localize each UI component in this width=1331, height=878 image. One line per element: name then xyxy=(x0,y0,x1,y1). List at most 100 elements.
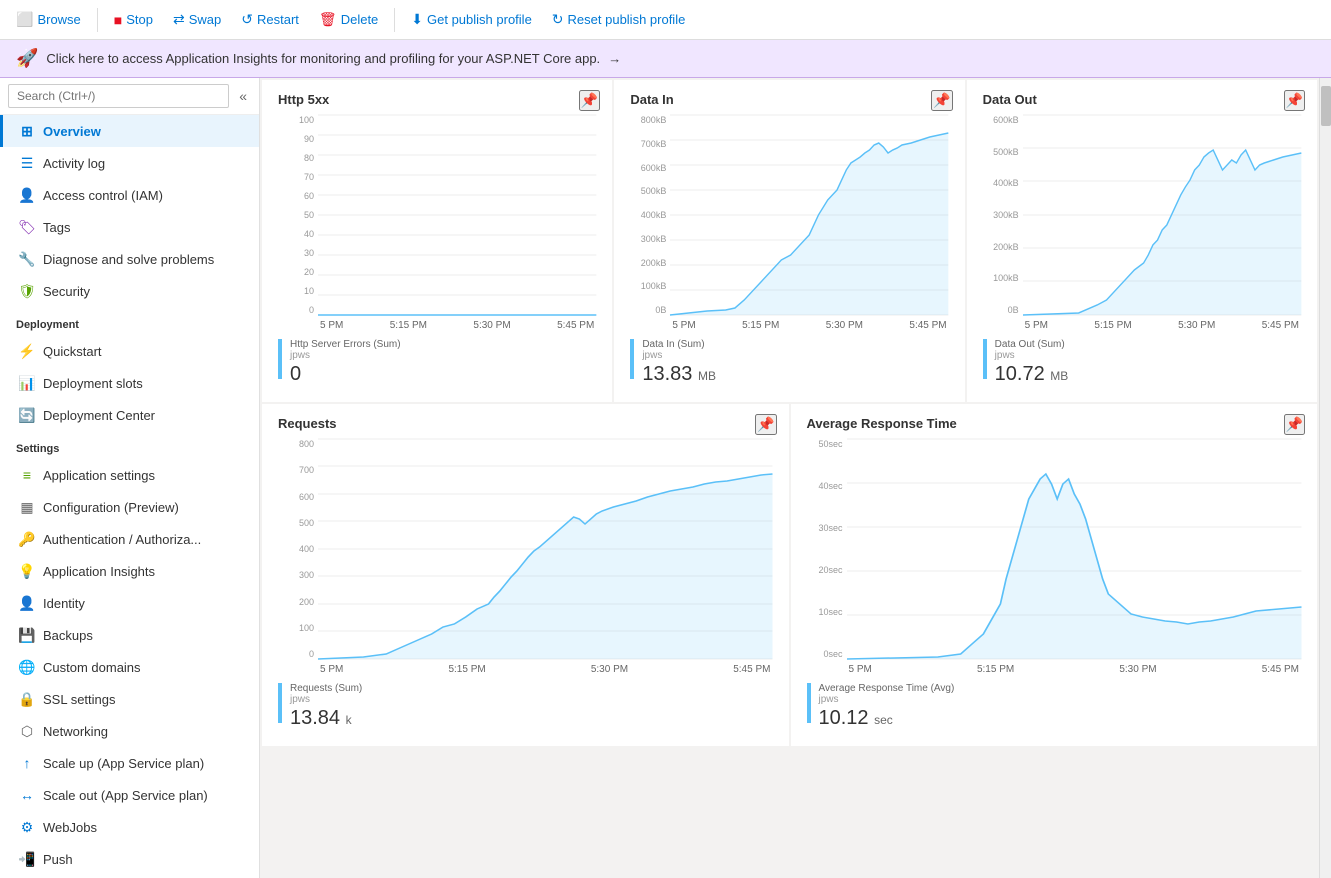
sidebar-item-custom-domains[interactable]: 🌐 Custom domains xyxy=(0,651,259,683)
chart-avg-response-body: 50sec40sec30sec20sec10sec0sec xyxy=(807,439,1302,675)
sidebar-item-identity[interactable]: 👤 Identity xyxy=(0,587,259,619)
metric-info: Data Out (Sum) jpws 10.72 MB xyxy=(995,339,1069,386)
swap-button[interactable]: ⇄ Swap xyxy=(165,7,229,32)
metric-label: Requests (Sum) xyxy=(290,683,362,694)
divider-2 xyxy=(394,8,395,32)
stop-button[interactable]: ■ Stop xyxy=(106,8,161,32)
metric-sublabel: jpws xyxy=(819,694,955,705)
sidebar-item-ssl[interactable]: 🔒 SSL settings xyxy=(0,683,259,715)
metric-label: Data In (Sum) xyxy=(642,339,716,350)
chart-data-out-pin[interactable]: 📌 xyxy=(1284,90,1305,111)
list-icon: ☰ xyxy=(19,155,35,171)
sidebar-item-quickstart[interactable]: ⚡ Quickstart xyxy=(0,335,259,367)
chart-requests-body: 800700600500 4003002001000 xyxy=(278,439,773,675)
shield-icon: 🛡 xyxy=(19,283,35,299)
sidebar-item-access-control[interactable]: 👤 Access control (IAM) xyxy=(0,179,259,211)
reset-publish-button[interactable]: ↻ Reset publish profile xyxy=(544,7,694,32)
sidebar-item-webjobs[interactable]: ⚙ WebJobs xyxy=(0,811,259,843)
quickstart-icon: ⚡ xyxy=(19,343,35,359)
chart-data-out-yaxis: 600kB500kB400kB300kB 200kB100kB0B xyxy=(983,115,1019,331)
chart-avg-response-title: Average Response Time xyxy=(807,416,1302,431)
sidebar-item-configuration[interactable]: ▦ Configuration (Preview) xyxy=(0,491,259,523)
chart-data-in-main: 5 PM5:15 PM5:30 PM5:45 PM xyxy=(670,115,948,331)
metric-value: 13.83 MB xyxy=(642,363,716,386)
delete-button[interactable]: 🗑 Delete xyxy=(311,7,386,32)
chart-requests-title: Requests xyxy=(278,416,773,431)
content-scrollbar[interactable] xyxy=(1319,78,1331,878)
webjobs-icon: ⚙ xyxy=(19,819,35,835)
sidebar-item-deployment-slots[interactable]: 📊 Deployment slots xyxy=(0,367,259,399)
chart-grid-bottom: Requests 📌 800700600500 4003002001000 xyxy=(260,404,1319,748)
scrollbar-track xyxy=(1320,127,1331,878)
chart-http5xx-body: 10090807060 50403020100 xyxy=(278,115,596,331)
chart-data-in-yaxis: 800kB700kB600kB500kB 400kB300kB200kB100k… xyxy=(630,115,666,331)
sidebar-collapse-button[interactable]: « xyxy=(235,84,251,108)
sidebar-item-auth[interactable]: 🔑 Authentication / Authoriza... xyxy=(0,523,259,555)
push-icon: 📲 xyxy=(19,851,35,867)
sidebar-item-app-settings[interactable]: ≡ Application settings xyxy=(0,459,259,491)
center-icon: 🔄 xyxy=(19,407,35,423)
restart-icon: ↺ xyxy=(241,11,253,28)
restart-button[interactable]: ↺ Restart xyxy=(233,7,307,32)
swap-icon: ⇄ xyxy=(173,11,185,28)
scale-up-icon: ↑ xyxy=(19,755,35,771)
toolbar: ⬜ Browse ■ Stop ⇄ Swap ↺ Restart 🗑 Delet… xyxy=(0,0,1331,40)
main-layout: « ⊞ Overview ☰ Activity log 👤 Access con… xyxy=(0,78,1331,878)
chart-requests-yaxis: 800700600500 4003002001000 xyxy=(278,439,314,675)
metric-value: 13.84 k xyxy=(290,707,362,730)
ssl-icon: 🔒 xyxy=(19,691,35,707)
chart-requests: Requests 📌 800700600500 4003002001000 xyxy=(262,404,789,746)
metric-bar xyxy=(807,683,811,723)
sidebar-item-security[interactable]: 🛡 Security xyxy=(0,275,259,307)
sidebar-search-container: « xyxy=(0,78,259,115)
search-input[interactable] xyxy=(8,84,229,108)
sidebar-item-app-insights[interactable]: 💡 Application Insights xyxy=(0,555,259,587)
scrollbar-thumb[interactable] xyxy=(1321,86,1331,126)
sidebar-item-activity-log[interactable]: ☰ Activity log xyxy=(0,147,259,179)
chart-requests-summary: Requests (Sum) jpws 13.84 k xyxy=(278,683,773,730)
sidebar-item-overview[interactable]: ⊞ Overview xyxy=(0,115,259,147)
scale-out-icon: ↔ xyxy=(19,787,35,803)
chart-requests-pin[interactable]: 📌 xyxy=(755,414,776,435)
chart-data-out-timelabels: 5 PM5:15 PM5:30 PM5:45 PM xyxy=(1023,320,1301,331)
metric-bar xyxy=(278,683,282,723)
chart-data-out-title: Data Out xyxy=(983,92,1301,107)
sidebar-item-scale-out[interactable]: ↔ Scale out (App Service plan) xyxy=(0,779,259,811)
sidebar-item-scale-up[interactable]: ↑ Scale up (App Service plan) xyxy=(0,747,259,779)
metric-info: Data In (Sum) jpws 13.83 MB xyxy=(642,339,716,386)
chart-http5xx-summary: Http Server Errors (Sum) jpws 0 xyxy=(278,339,596,386)
get-publish-button[interactable]: ⬇ Get publish profile xyxy=(403,7,540,32)
deployment-section-header: Deployment xyxy=(0,307,259,335)
config-icon: ▦ xyxy=(19,499,35,515)
browse-icon: ⬜ xyxy=(16,11,33,28)
chart-http5xx-main: 5 PM5:15 PM5:30 PM5:45 PM xyxy=(318,115,596,331)
delete-icon: 🗑 xyxy=(319,11,337,28)
sidebar-item-tags[interactable]: 🏷 Tags xyxy=(0,211,259,243)
browse-button[interactable]: ⬜ Browse xyxy=(8,7,89,32)
tag-icon: 🏷 xyxy=(19,219,35,235)
slots-icon: 📊 xyxy=(19,375,35,391)
sidebar-item-backups[interactable]: 💾 Backups xyxy=(0,619,259,651)
metric-label: Http Server Errors (Sum) xyxy=(290,339,401,350)
download-icon: ⬇ xyxy=(411,11,423,28)
metric-bar xyxy=(278,339,282,379)
chart-requests-main: 5 PM5:15 PM5:30 PM5:45 PM xyxy=(318,439,773,675)
chart-avg-response-pin[interactable]: 📌 xyxy=(1284,414,1305,435)
chart-http5xx-pin[interactable]: 📌 xyxy=(579,90,600,111)
metric-value: 10.12 sec xyxy=(819,707,955,730)
key-icon: 🔑 xyxy=(19,531,35,547)
metric-value: 10.72 MB xyxy=(995,363,1069,386)
chart-data-in-title: Data In xyxy=(630,92,948,107)
chart-http5xx-yaxis: 10090807060 50403020100 xyxy=(278,115,314,331)
metric-sublabel: jpws xyxy=(290,350,401,361)
chart-data-in-pin[interactable]: 📌 xyxy=(931,90,952,111)
sidebar-item-networking[interactable]: ⬡ Networking xyxy=(0,715,259,747)
chart-data-in-body: 800kB700kB600kB500kB 400kB300kB200kB100k… xyxy=(630,115,948,331)
sidebar-item-deployment-center[interactable]: 🔄 Deployment Center xyxy=(0,399,259,431)
arrow-icon: → xyxy=(608,51,621,66)
app-insights-banner: 🚀 Click here to access Application Insig… xyxy=(0,40,1331,78)
sidebar-item-push[interactable]: 📲 Push xyxy=(0,843,259,875)
wrench-icon: 🔧 xyxy=(19,251,35,267)
sidebar-item-diagnose[interactable]: 🔧 Diagnose and solve problems xyxy=(0,243,259,275)
metric-bar xyxy=(983,339,987,379)
